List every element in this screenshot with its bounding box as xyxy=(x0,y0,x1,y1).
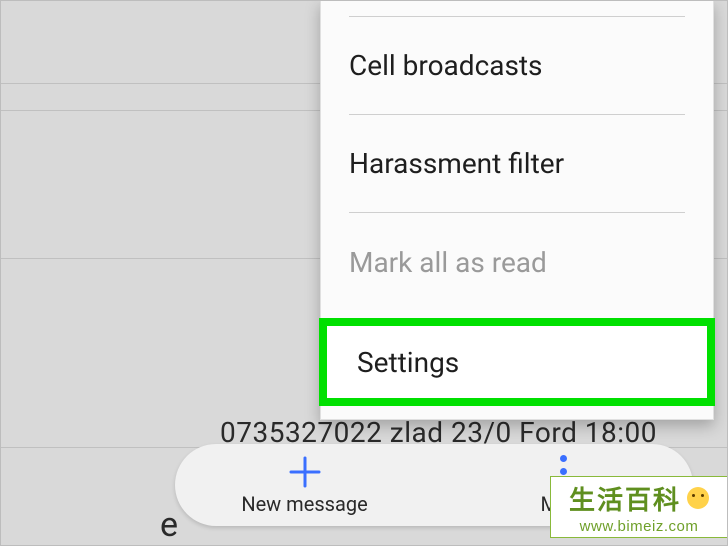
new-message-label: New message xyxy=(241,492,367,516)
menu-item-harassment-filter[interactable]: Harassment filter xyxy=(349,115,685,213)
menu-item-settings[interactable]: Settings xyxy=(327,326,707,398)
menu-item-label: Mark all as read xyxy=(349,246,547,279)
overflow-menu: Cell broadcasts Harassment filter Mark a… xyxy=(349,16,685,311)
menu-item-label: Settings xyxy=(357,346,459,379)
menu-item-label: Cell broadcasts xyxy=(349,49,543,82)
plus-icon xyxy=(288,455,322,489)
menu-item-label: Harassment filter xyxy=(349,147,564,180)
watermark-title: 生活百科 xyxy=(569,480,681,517)
watermark-url: www.bimeiz.com xyxy=(580,518,699,535)
watermark: 生活百科 www.bimeiz.com xyxy=(550,476,728,538)
watermark-top: 生活百科 xyxy=(569,480,709,517)
menu-item-cell-broadcasts[interactable]: Cell broadcasts xyxy=(349,17,685,115)
smile-icon xyxy=(687,487,709,509)
new-message-button[interactable]: New message xyxy=(175,455,434,516)
menu-item-mark-all-read: Mark all as read xyxy=(349,213,685,311)
screenshot-root: 0735327022 zlad 23/0 Ford 18:00 e Cell b… xyxy=(0,0,728,546)
